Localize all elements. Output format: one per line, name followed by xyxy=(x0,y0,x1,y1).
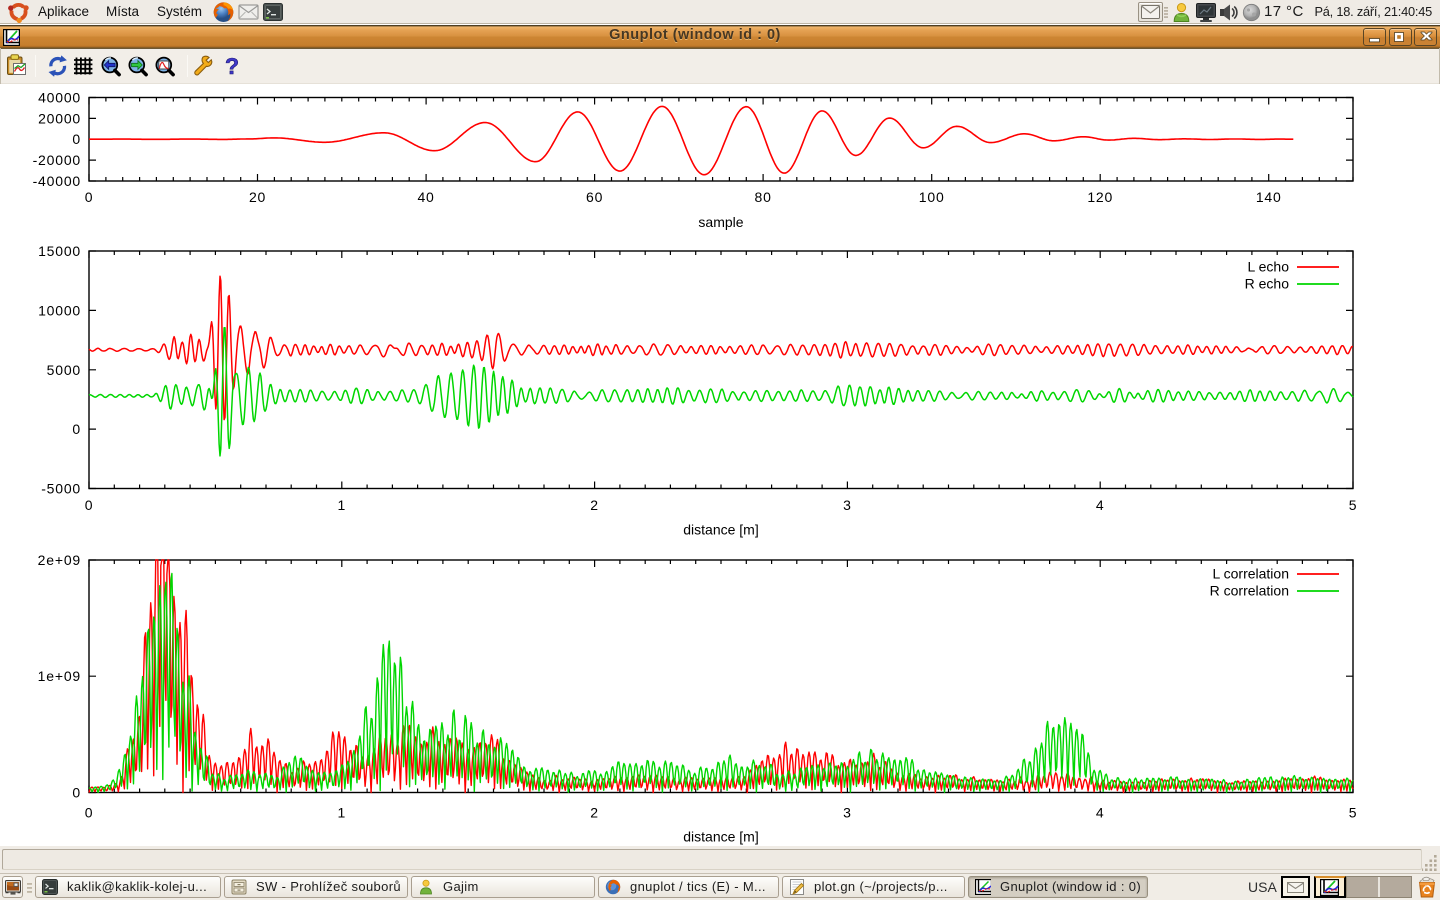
svg-text:-20000: -20000 xyxy=(33,152,81,168)
svg-text:?: ? xyxy=(225,54,239,78)
svg-text:20: 20 xyxy=(249,189,266,205)
svg-text:-5000: -5000 xyxy=(41,481,81,497)
svg-text:100: 100 xyxy=(919,189,945,205)
svg-text:-40000: -40000 xyxy=(33,173,81,189)
svg-text:0: 0 xyxy=(85,189,94,205)
svg-text:60: 60 xyxy=(586,189,603,205)
svg-text:sample: sample xyxy=(698,214,743,230)
svg-text:distance [m]: distance [m] xyxy=(683,522,758,538)
svg-text:80: 80 xyxy=(755,189,772,205)
svg-text:5: 5 xyxy=(1349,805,1358,821)
svg-text:distance [m]: distance [m] xyxy=(683,829,758,845)
svg-text:40: 40 xyxy=(417,189,434,205)
svg-text:1: 1 xyxy=(338,497,347,513)
svg-text:0: 0 xyxy=(85,805,94,821)
svg-text:R echo: R echo xyxy=(1245,276,1290,292)
svg-text:2: 2 xyxy=(590,497,599,513)
svg-text:1e+09: 1e+09 xyxy=(38,668,81,684)
svg-text:40000: 40000 xyxy=(38,90,81,106)
svg-text:2e+09: 2e+09 xyxy=(38,552,81,568)
svg-text:20000: 20000 xyxy=(38,110,81,126)
svg-text:0: 0 xyxy=(72,421,81,437)
svg-text:0: 0 xyxy=(72,785,81,801)
svg-text:2: 2 xyxy=(590,805,599,821)
svg-text:1: 1 xyxy=(338,805,347,821)
svg-text:R correlation: R correlation xyxy=(1210,583,1289,599)
svg-text:15000: 15000 xyxy=(38,243,81,259)
svg-text:4: 4 xyxy=(1096,497,1105,513)
svg-text:120: 120 xyxy=(1087,189,1113,205)
svg-text:10000: 10000 xyxy=(38,302,81,318)
svg-text:0: 0 xyxy=(85,497,94,513)
svg-text:140: 140 xyxy=(1256,189,1282,205)
svg-text:L correlation: L correlation xyxy=(1212,566,1289,582)
svg-text:3: 3 xyxy=(843,805,852,821)
svg-text:L echo: L echo xyxy=(1247,259,1289,275)
svg-text:0: 0 xyxy=(72,131,81,147)
svg-text:5000: 5000 xyxy=(47,362,81,378)
svg-text:5: 5 xyxy=(1349,497,1358,513)
svg-text:3: 3 xyxy=(843,497,852,513)
svg-text:4: 4 xyxy=(1096,805,1105,821)
